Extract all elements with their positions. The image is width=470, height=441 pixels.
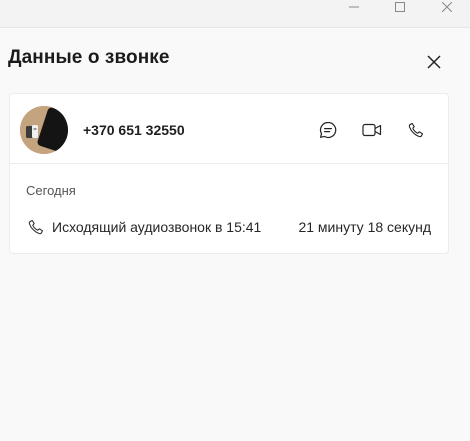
window-titlebar	[0, 0, 470, 28]
close-button[interactable]	[421, 49, 447, 75]
video-camera-icon	[362, 123, 382, 137]
audio-call-button[interactable]	[402, 116, 430, 144]
page-title: Данные о звонке	[8, 47, 170, 68]
minimize-icon	[349, 6, 359, 8]
close-icon	[427, 55, 441, 69]
avatar[interactable]	[20, 106, 68, 154]
section-label-today: Сегодня	[26, 183, 76, 198]
video-call-button[interactable]	[358, 116, 386, 144]
phone-icon	[408, 122, 424, 138]
maximize-button[interactable]	[377, 0, 423, 14]
call-history-item: Исходящий аудиозвонок в 15:41 21 минуту …	[10, 214, 448, 240]
window-close-button[interactable]	[424, 0, 470, 14]
contact-row: +370 651 32550	[10, 94, 448, 164]
close-icon	[442, 2, 452, 12]
call-details-card: +370 651 32550 Сегодня Исходящий аудиозв…	[9, 93, 449, 254]
call-duration: 21 минуту 18 секунд	[298, 219, 431, 235]
minimize-button[interactable]	[331, 0, 377, 14]
contact-phone-number: +370 651 32550	[83, 122, 185, 138]
maximize-icon	[395, 2, 405, 12]
chat-button[interactable]	[314, 116, 342, 144]
phone-icon	[28, 219, 44, 235]
chat-bubble-icon	[319, 121, 337, 139]
call-description: Исходящий аудиозвонок в 15:41	[52, 219, 262, 235]
